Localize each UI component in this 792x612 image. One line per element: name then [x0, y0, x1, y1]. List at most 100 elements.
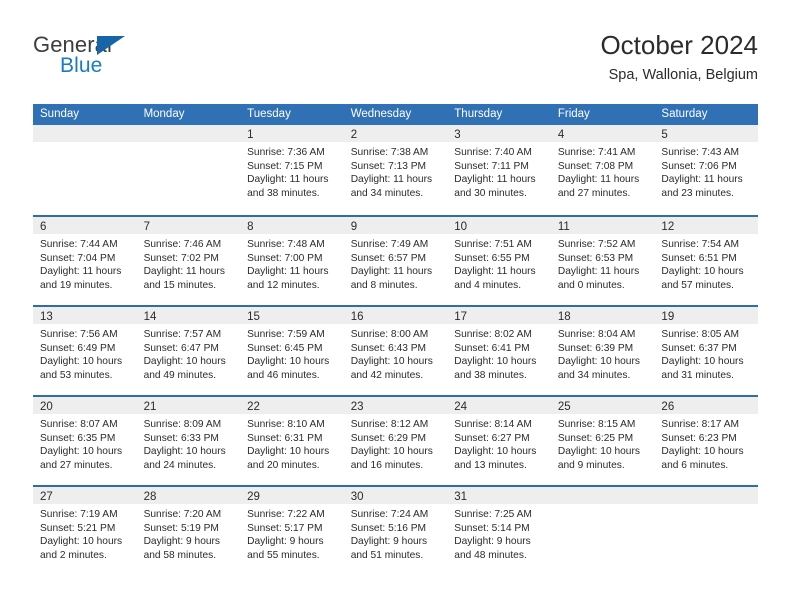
day-sunrise-text: Sunrise: 7:25 AM	[454, 509, 532, 520]
calendar-day-cell[interactable]: 2 Sunrise: 7:38 AM Sunset: 7:13 PM Daylight…	[343, 125, 448, 213]
day-details: Sunrise: 7:40 AM Sunset: 7:11 PM Daylight:…	[447, 142, 551, 200]
calendar-day-cell[interactable]: 29 Sunrise: 7:22 AM Sunset: 5:17 PM Dayligh…	[240, 487, 344, 575]
day-sunset-text: Sunset: 6:53 PM	[557, 252, 634, 264]
day-number: 9	[350, 221, 358, 233]
calendar-day-cell[interactable]: 18 Sunrise: 8:04 AM Sunset: 6:39 PM Dayligh…	[550, 307, 655, 395]
calendar-day-cell[interactable]: 13 Sunrise: 7:56 AM Sunset: 6:49 PM Dayligh…	[33, 307, 137, 395]
day-number: 25	[557, 401, 571, 413]
calendar-day-cell[interactable]: 7 Sunrise: 7:46 AM Sunset: 7:02 PM Daylight…	[136, 217, 241, 305]
calendar-day-cell[interactable]: 25 Sunrise: 8:15 AM Sunset: 6:25 PM Dayligh…	[550, 397, 655, 485]
day-sunset-text: Sunset: 5:17 PM	[247, 522, 323, 534]
calendar-day-cell[interactable]: 10 Sunrise: 7:51 AM Sunset: 6:55 PM Dayligh…	[447, 217, 551, 305]
day-number: 23	[350, 401, 364, 413]
calendar-day-cell[interactable]: 6 Sunrise: 7:44 AM Sunset: 7:04 PM Daylight…	[33, 217, 137, 305]
calendar-day-cell[interactable]: 3 Sunrise: 7:40 AM Sunset: 7:11 PM Daylight…	[447, 125, 551, 213]
day-sunrise-text: Sunrise: 8:14 AM	[454, 419, 532, 430]
calendar-day-cell[interactable]: 27 Sunrise: 7:19 AM Sunset: 5:21 PM Dayligh…	[33, 487, 137, 575]
day-daylight-text: and 48 minutes.	[454, 549, 527, 561]
day-number-band	[33, 125, 137, 142]
day-details: Sunrise: 7:54 AM Sunset: 6:51 PM Daylight:…	[654, 234, 758, 292]
day-details: Sunrise: 8:15 AM Sunset: 6:25 PM Daylight:…	[551, 414, 655, 472]
calendar-week-row: 20 Sunrise: 8:07 AM Sunset: 6:35 PM Dayligh…	[33, 395, 758, 485]
day-sunrise-text: Sunrise: 8:09 AM	[143, 419, 222, 430]
day-number-band: 12	[654, 217, 758, 234]
weekday-header-friday: Friday	[557, 108, 590, 120]
calendar-day-cell[interactable]: 24 Sunrise: 8:14 AM Sunset: 6:27 PM Dayligh…	[447, 397, 551, 485]
day-number: 14	[143, 311, 157, 323]
day-daylight-text: and 49 minutes.	[143, 369, 217, 381]
calendar-day-cell[interactable]: 31 Sunrise: 7:25 AM Sunset: 5:14 PM Dayligh…	[447, 487, 551, 575]
day-daylight-text: and 16 minutes.	[350, 459, 424, 471]
calendar-day-cell[interactable]: 15 Sunrise: 7:59 AM Sunset: 6:45 PM Dayligh…	[240, 307, 344, 395]
day-number: 17	[454, 311, 468, 323]
day-sunrise-text: Sunrise: 7:49 AM	[350, 239, 429, 250]
day-details: Sunrise: 7:52 AM Sunset: 6:53 PM Daylight:…	[551, 234, 655, 292]
day-number-band: 3	[447, 125, 551, 142]
calendar-weeks: 1 Sunrise: 7:36 AM Sunset: 7:15 PM Daylight…	[33, 125, 758, 575]
calendar-week-row: 6 Sunrise: 7:44 AM Sunset: 7:04 PM Daylight…	[33, 215, 758, 305]
day-daylight-text: Daylight: 10 hours	[454, 446, 537, 458]
day-sunrise-text: Sunrise: 7:43 AM	[661, 147, 740, 158]
calendar-day-cell[interactable]: 5 Sunrise: 7:43 AM Sunset: 7:06 PM Daylight…	[654, 125, 758, 213]
weekday-header-row: Sunday Monday Tuesday Wednesday Thursday Frid…	[33, 104, 758, 125]
calendar-day-cell[interactable]: 14 Sunrise: 7:57 AM Sunset: 6:47 PM Dayligh…	[136, 307, 241, 395]
day-details: Sunrise: 7:44 AM Sunset: 7:04 PM Daylight:…	[33, 234, 137, 292]
day-number: 4	[557, 129, 565, 141]
calendar-day-cell[interactable]: 4 Sunrise: 7:41 AM Sunset: 7:08 PM Daylight…	[550, 125, 655, 213]
calendar-day-cell[interactable]: 17 Sunrise: 8:02 AM Sunset: 6:41 PM Dayligh…	[447, 307, 551, 395]
day-number: 8	[247, 221, 254, 233]
day-sunset-text: Sunset: 7:08 PM	[557, 160, 634, 172]
calendar-day-cell[interactable]: 20 Sunrise: 8:07 AM Sunset: 6:35 PM Dayligh…	[33, 397, 137, 485]
day-details: Sunrise: 8:09 AM Sunset: 6:33 PM Daylight:…	[137, 414, 241, 472]
day-daylight-text: Daylight: 10 hours	[557, 446, 640, 458]
day-number-band: 10	[447, 217, 551, 234]
calendar-day-cell[interactable]: 16 Sunrise: 8:00 AM Sunset: 6:43 PM Dayligh…	[343, 307, 448, 395]
calendar-day-cell-empty	[136, 125, 241, 213]
weekday-header-saturday: Saturday	[661, 108, 708, 120]
day-number: 24	[454, 401, 468, 413]
calendar-day-cell[interactable]: 11 Sunrise: 7:52 AM Sunset: 6:53 PM Dayligh…	[550, 217, 655, 305]
calendar-week-row: 1 Sunrise: 7:36 AM Sunset: 7:15 PM Daylight…	[33, 125, 758, 215]
calendar-day-cell[interactable]: 23 Sunrise: 8:12 AM Sunset: 6:29 PM Dayligh…	[343, 397, 448, 485]
day-details: Sunrise: 8:02 AM Sunset: 6:41 PM Daylight:…	[447, 324, 551, 382]
day-daylight-text: and 9 minutes.	[557, 459, 625, 471]
calendar-day-cell[interactable]: 8 Sunrise: 7:48 AM Sunset: 7:00 PM Daylight…	[240, 217, 344, 305]
day-sunrise-text: Sunrise: 7:48 AM	[247, 239, 325, 250]
day-number-band: 2	[343, 125, 448, 142]
day-sunrise-text: Sunrise: 7:57 AM	[143, 329, 222, 340]
day-daylight-text: and 58 minutes.	[143, 549, 217, 561]
day-sunrise-text: Sunrise: 7:22 AM	[247, 509, 325, 520]
day-number: 26	[661, 401, 675, 413]
day-number: 12	[661, 221, 675, 233]
brand-name-blue: Blue	[60, 54, 103, 77]
day-daylight-text: Daylight: 11 hours	[661, 174, 743, 186]
calendar-day-cell[interactable]: 19 Sunrise: 8:05 AM Sunset: 6:37 PM Dayligh…	[654, 307, 758, 395]
day-daylight-text: and 34 minutes.	[350, 187, 424, 199]
weekday-header-tuesday: Tuesday	[247, 108, 291, 120]
day-daylight-text: Daylight: 10 hours	[350, 356, 433, 368]
day-daylight-text: Daylight: 10 hours	[40, 356, 123, 368]
calendar-day-cell[interactable]: 30 Sunrise: 7:24 AM Sunset: 5:16 PM Dayligh…	[343, 487, 448, 575]
day-daylight-text: Daylight: 11 hours	[454, 266, 536, 278]
day-daylight-text: Daylight: 9 hours	[454, 536, 531, 548]
calendar-day-cell[interactable]: 9 Sunrise: 7:49 AM Sunset: 6:57 PM Daylight…	[343, 217, 448, 305]
day-sunset-text: Sunset: 6:41 PM	[454, 342, 530, 354]
calendar-day-cell[interactable]: 28 Sunrise: 7:20 AM Sunset: 5:19 PM Dayligh…	[136, 487, 241, 575]
day-details: Sunrise: 8:10 AM Sunset: 6:31 PM Daylight:…	[240, 414, 344, 472]
day-number: 31	[454, 491, 468, 503]
weekday-header-monday: Monday	[143, 108, 185, 120]
calendar-day-cell[interactable]: 1 Sunrise: 7:36 AM Sunset: 7:15 PM Daylight…	[240, 125, 344, 213]
day-sunset-text: Sunset: 6:51 PM	[661, 252, 737, 264]
day-daylight-text: and 23 minutes.	[661, 187, 734, 199]
calendar-day-cell[interactable]: 21 Sunrise: 8:09 AM Sunset: 6:33 PM Dayligh…	[136, 397, 241, 485]
calendar-day-cell[interactable]: 12 Sunrise: 7:54 AM Sunset: 6:51 PM Dayligh…	[654, 217, 758, 305]
day-number: 19	[661, 311, 675, 323]
day-number: 22	[247, 401, 260, 413]
calendar-day-cell[interactable]: 22 Sunrise: 8:10 AM Sunset: 6:31 PM Dayligh…	[240, 397, 344, 485]
brand-logo[interactable]: General Blue	[33, 28, 253, 86]
day-sunset-text: Sunset: 6:47 PM	[143, 342, 219, 354]
day-number: 28	[143, 491, 157, 503]
day-details: Sunrise: 8:05 AM Sunset: 6:37 PM Daylight:…	[654, 324, 758, 382]
calendar-day-cell[interactable]: 26 Sunrise: 8:17 AM Sunset: 6:23 PM Dayligh…	[654, 397, 758, 485]
day-daylight-text: and 30 minutes.	[454, 187, 527, 199]
